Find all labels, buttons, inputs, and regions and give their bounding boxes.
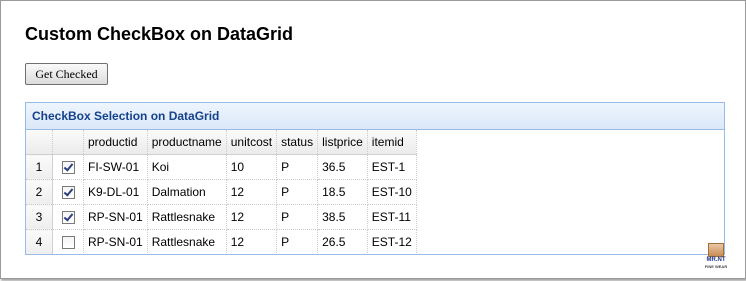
table-row[interactable]: 1 FI-SW-01 Koi 10 P 36.5 EST-1 [26,154,417,180]
cell-status: P [276,179,319,205]
cell-productname: Rattlesnake [147,229,227,254]
row-checkbox[interactable] [61,161,75,175]
window-frame: Custom CheckBox on DataGrid Get Checked … [0,0,746,279]
column-header-unitcost[interactable]: unitcost [226,130,278,155]
cell-listprice: 38.5 [317,204,368,230]
cell-unitcost: 12 [226,229,278,254]
cell-listprice: 18.5 [317,179,368,205]
row-checkbox-cell [52,229,84,254]
cell-status: P [276,204,319,230]
datagrid: CheckBox Selection on DataGrid productid… [25,102,725,255]
table-row[interactable]: 2 K9-DL-01 Dalmation 12 P 18.5 EST-10 [26,179,417,205]
column-header-listprice[interactable]: listprice [317,130,368,155]
cell-productname: Rattlesnake [147,204,227,230]
column-header-productid[interactable]: productid [83,130,148,155]
datagrid-body: 1 FI-SW-01 Koi 10 P 36.5 EST-1 2 K9-DL-01 Dalmati… [26,154,417,254]
row-checkbox[interactable] [61,186,75,200]
logo-text: MR.NT [706,257,726,263]
row-checkbox-cell [52,179,84,205]
header-row: productid productname unitcost status li… [26,130,417,155]
logo-icon [708,243,724,257]
cell-status: P [276,154,319,180]
row-number: 2 [26,179,53,205]
column-header-productname[interactable]: productname [147,130,227,155]
cell-productid: FI-SW-01 [83,154,148,180]
cell-listprice: 26.5 [317,229,368,254]
cell-status: P [276,229,319,254]
datagrid-table: productid productname unitcost status li… [26,130,417,254]
datagrid-title: CheckBox Selection on DataGrid [26,103,724,130]
row-checkbox-cell [52,154,84,180]
cell-unitcost: 12 [226,179,278,205]
cell-productid: RP-SN-01 [83,229,148,254]
row-checkbox[interactable] [61,211,75,225]
checkbox-header[interactable] [52,130,84,155]
cell-productid: K9-DL-01 [83,179,148,205]
table-row[interactable]: 3 RP-SN-01 Rattlesnake 12 P 38.5 EST-11 [26,204,417,230]
column-header-itemid[interactable]: itemid [367,130,417,155]
row-checkbox-cell [52,204,84,230]
page-title: Custom CheckBox on DataGrid [25,24,294,44]
row-number: 1 [26,154,53,180]
row-number: 3 [26,204,53,230]
cell-itemid: EST-10 [367,179,417,205]
cell-unitcost: 10 [226,154,278,180]
cell-itemid: EST-1 [367,154,417,180]
column-header-status[interactable]: status [276,130,319,155]
get-checked-button[interactable]: Get Checked [25,63,108,85]
cell-productname: Koi [147,154,227,180]
cell-productname: Dalmation [147,179,227,205]
cell-itemid: EST-11 [367,204,417,230]
watermark-logo: MR.NT FINE WEAR [703,243,729,269]
cell-listprice: 36.5 [317,154,368,180]
cell-productid: RP-SN-01 [83,204,148,230]
cell-unitcost: 12 [226,204,278,230]
rownum-header [26,130,53,155]
cell-itemid: EST-12 [367,229,417,254]
row-checkbox[interactable] [61,236,75,250]
row-number: 4 [26,229,53,254]
table-row[interactable]: 4 RP-SN-01 Rattlesnake 12 P 26.5 EST-12 [26,229,417,254]
logo-subtext: FINE WEAR [704,264,728,269]
